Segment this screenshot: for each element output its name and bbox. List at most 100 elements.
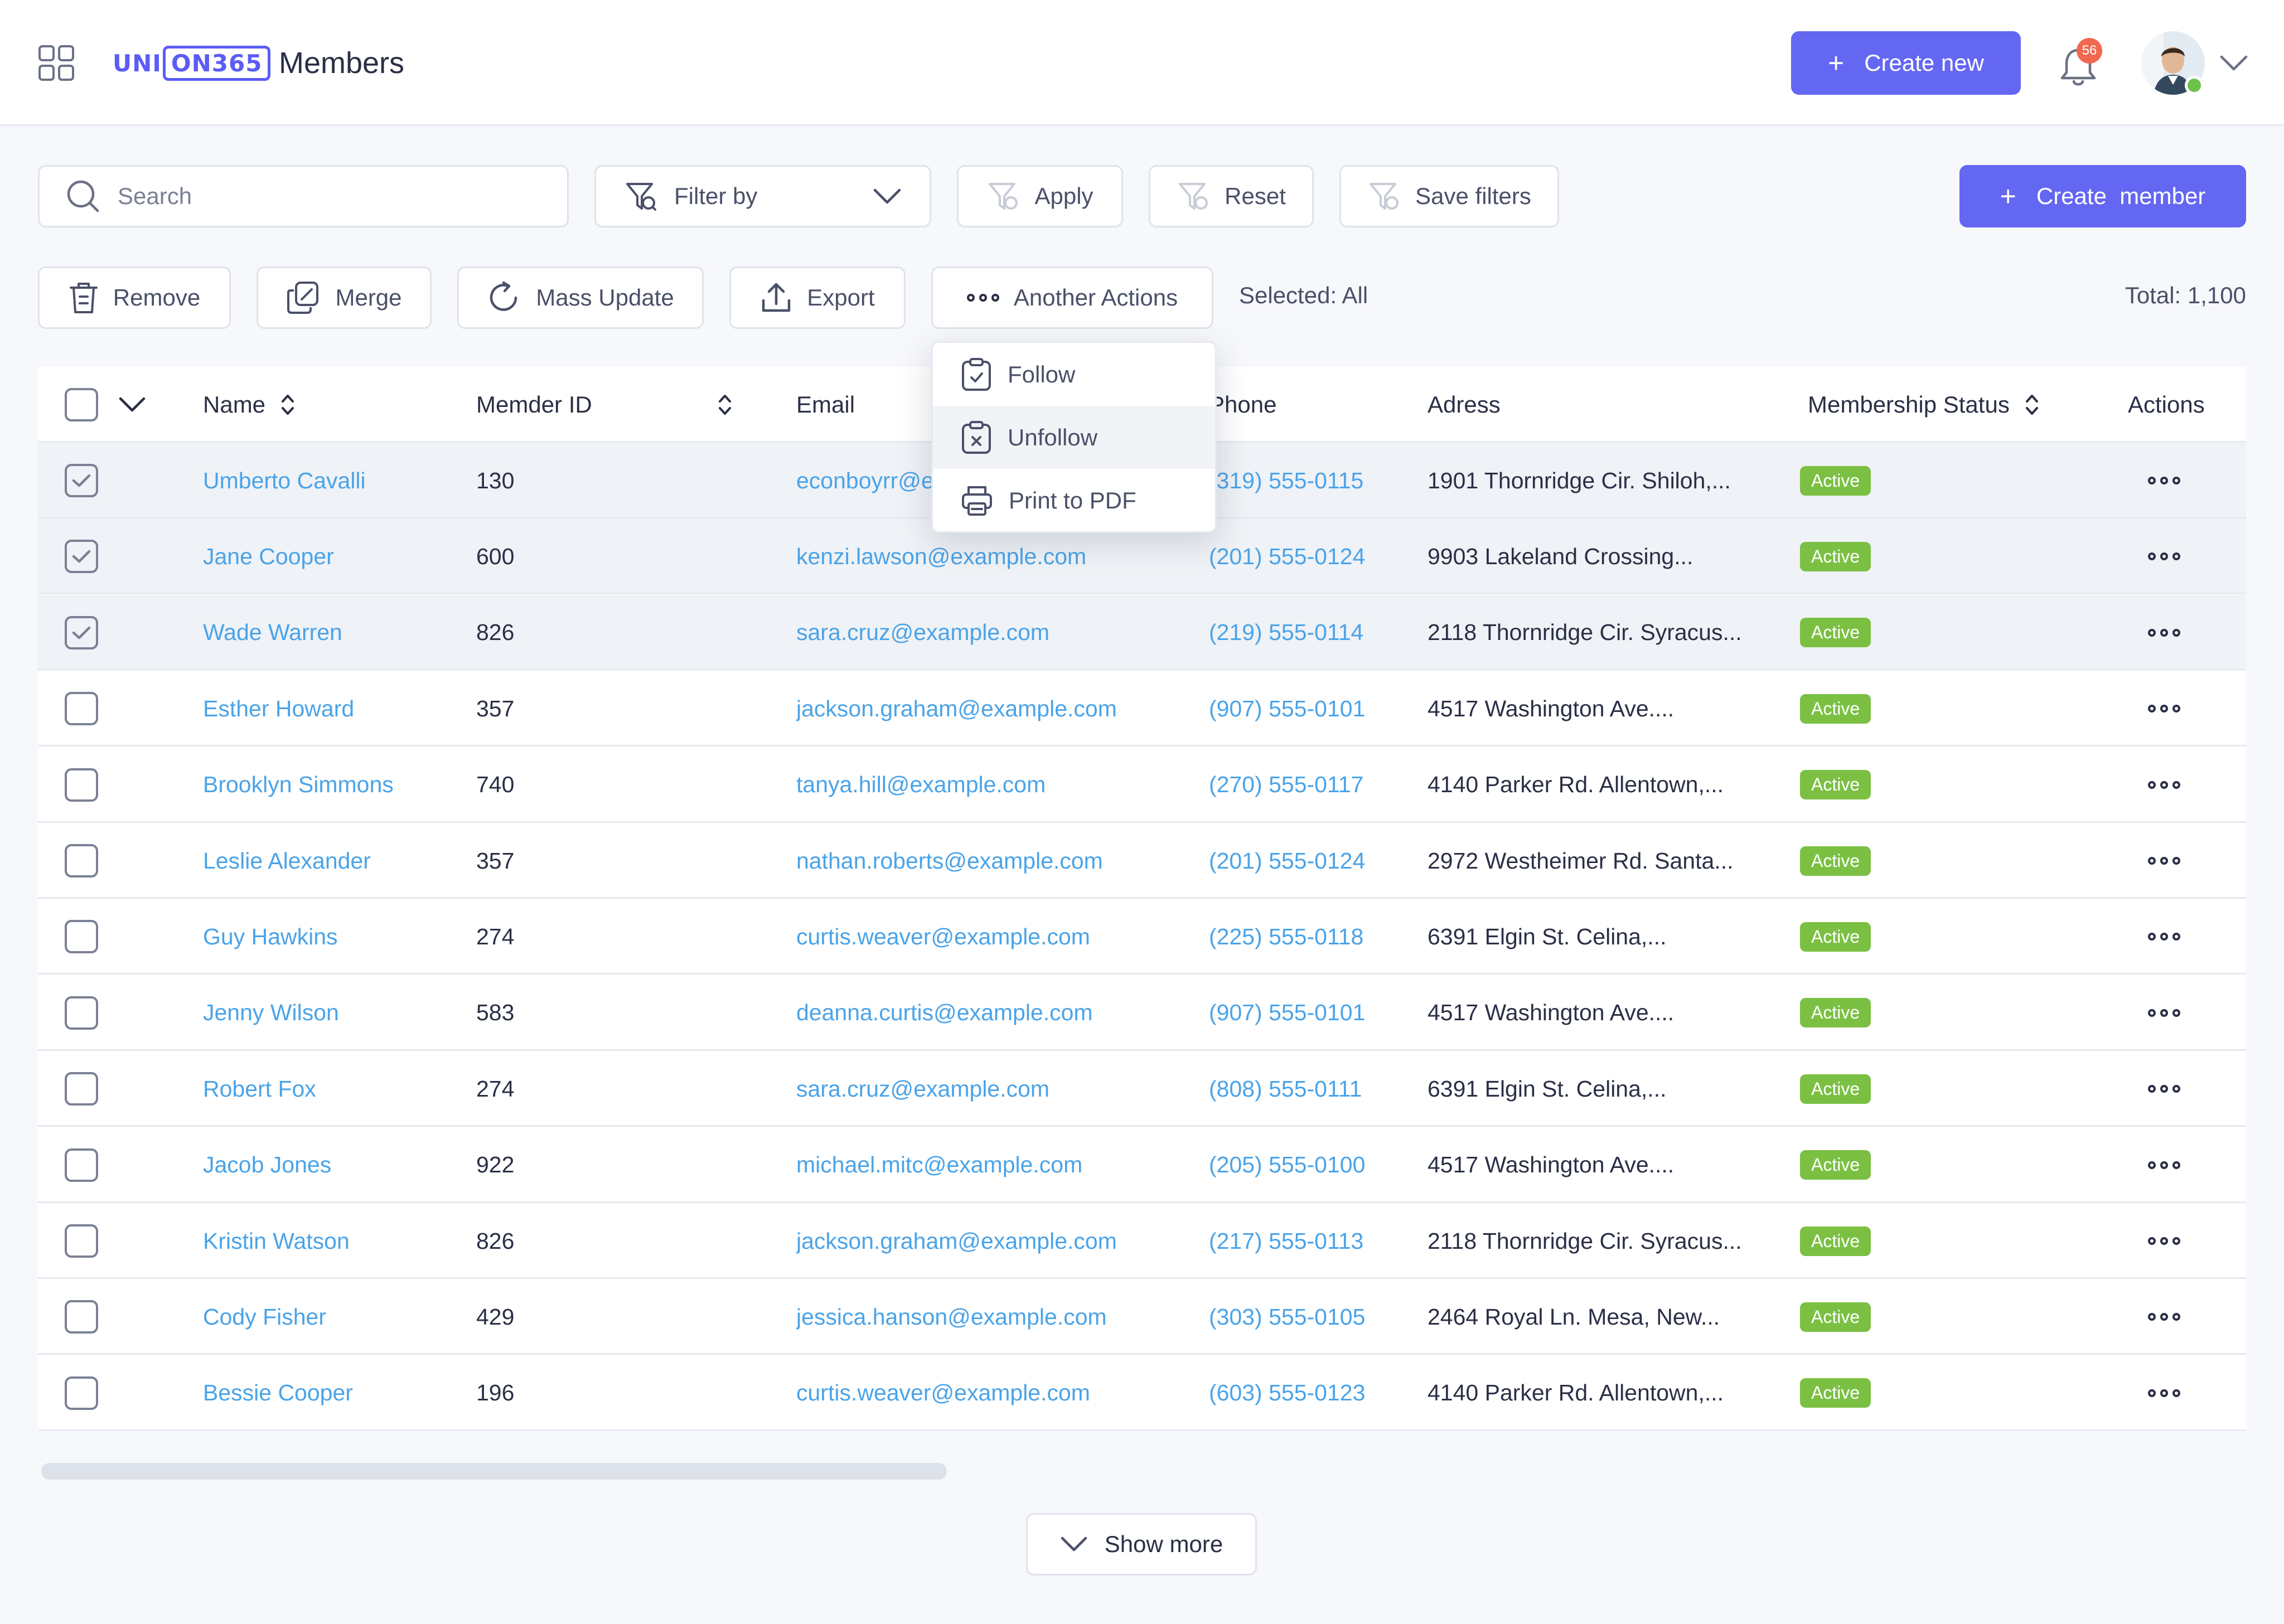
row-actions-button[interactable] <box>2148 1127 2180 1203</box>
member-email-link[interactable]: curtis.weaver@example.com <box>796 1355 1090 1431</box>
member-name-link[interactable]: Kristin Watson <box>203 1203 350 1279</box>
row-actions-button[interactable] <box>2148 443 2180 518</box>
member-email-link[interactable]: curtis.weaver@example.com <box>796 899 1090 975</box>
member-name-link[interactable]: Guy Hawkins <box>203 899 338 975</box>
table-row[interactable]: Esther Howard 357 jackson.graham@example.c… <box>38 671 2246 747</box>
member-name-link[interactable]: Wade Warren <box>203 595 342 671</box>
member-name-link[interactable]: Cody Fisher <box>203 1279 326 1355</box>
create-member-button[interactable]: + Create member <box>1959 165 2246 227</box>
member-id-sort[interactable] <box>717 367 733 443</box>
column-header-member-id[interactable]: Memder ID <box>476 367 592 443</box>
member-phone-link[interactable]: (217) 555-0113 <box>1209 1203 1363 1279</box>
merge-button[interactable]: Merge <box>257 266 432 329</box>
column-header-email[interactable]: Email <box>796 367 855 443</box>
search-input[interactable] <box>118 183 553 210</box>
row-actions-button[interactable] <box>2148 899 2180 975</box>
chevron-down-icon[interactable] <box>118 396 146 413</box>
grid-icon[interactable] <box>38 45 75 81</box>
remove-button[interactable]: Remove <box>38 266 231 329</box>
search-box[interactable] <box>38 165 569 227</box>
row-actions-button[interactable] <box>2148 595 2180 671</box>
row-checkbox[interactable] <box>65 1072 98 1106</box>
member-phone-link[interactable]: (225) 555-0118 <box>1209 899 1363 975</box>
table-row[interactable]: Cody Fisher 429 jessica.hanson@example.com… <box>38 1279 2246 1355</box>
row-actions-button[interactable] <box>2148 1279 2180 1355</box>
row-checkbox[interactable] <box>65 1376 98 1410</box>
member-email-link[interactable]: sara.cruz@example.com <box>796 595 1049 671</box>
row-actions-button[interactable] <box>2148 671 2180 746</box>
member-phone-link[interactable]: (219) 555-0114 <box>1209 595 1363 671</box>
row-actions-button[interactable] <box>2148 1051 2180 1127</box>
member-name-link[interactable]: Esther Howard <box>203 671 354 746</box>
row-checkbox[interactable] <box>65 692 98 726</box>
row-checkbox[interactable] <box>65 615 98 649</box>
member-name-link[interactable]: Robert Fox <box>203 1051 316 1127</box>
member-email-link[interactable]: jackson.graham@example.com <box>796 671 1117 746</box>
table-row[interactable]: Guy Hawkins 274 curtis.weaver@example.com (… <box>38 899 2246 975</box>
row-checkbox[interactable] <box>65 1148 98 1182</box>
column-header-address[interactable]: Adress <box>1428 367 1501 443</box>
member-name-link[interactable]: Bessie Cooper <box>203 1355 353 1431</box>
row-checkbox[interactable] <box>65 1224 98 1258</box>
row-checkbox[interactable] <box>65 540 98 574</box>
member-phone-link[interactable]: (907) 555-0101 <box>1209 975 1365 1051</box>
member-phone-link[interactable]: (303) 555-0105 <box>1209 1279 1365 1355</box>
member-phone-link[interactable]: (201) 555-0124 <box>1209 518 1365 594</box>
member-email-link[interactable]: sara.cruz@example.com <box>796 1051 1049 1127</box>
row-actions-button[interactable] <box>2148 518 2180 594</box>
member-phone-link[interactable]: (808) 555-0111 <box>1209 1051 1362 1127</box>
table-row[interactable]: Jenny Wilson 583 deanna.curtis@example.com… <box>38 975 2246 1051</box>
row-actions-button[interactable] <box>2148 1355 2180 1431</box>
table-row[interactable]: Wade Warren 826 sara.cruz@example.com (219)… <box>38 594 2246 671</box>
member-phone-link[interactable]: (205) 555-0100 <box>1209 1127 1365 1203</box>
row-checkbox[interactable] <box>65 1300 98 1334</box>
member-phone-link[interactable]: (907) 555-0101 <box>1209 671 1365 746</box>
member-email-link[interactable]: michael.mitc@example.com <box>796 1127 1082 1203</box>
table-row[interactable]: Robert Fox 274 sara.cruz@example.com (808) … <box>38 1051 2246 1127</box>
export-button[interactable]: Export <box>729 266 906 329</box>
table-row[interactable]: Brooklyn Simmons 740 tanya.hill@example.co… <box>38 746 2246 823</box>
reset-button[interactable]: Reset <box>1149 165 1314 227</box>
chevron-down-icon[interactable] <box>2219 54 2248 72</box>
member-email-link[interactable]: nathan.roberts@example.com <box>796 823 1103 899</box>
row-checkbox[interactable] <box>65 844 98 878</box>
menu-item-follow[interactable]: Follow <box>933 343 1215 406</box>
row-actions-button[interactable] <box>2148 747 2180 823</box>
member-email-link[interactable]: jackson.graham@example.com <box>796 1203 1117 1279</box>
menu-item-print-pdf[interactable]: Print to PDF <box>933 469 1215 531</box>
member-name-link[interactable]: Umberto Cavalli <box>203 443 366 518</box>
member-phone-link[interactable]: (603) 555-0123 <box>1209 1355 1365 1431</box>
column-header-name[interactable]: Name <box>203 367 296 443</box>
row-checkbox[interactable] <box>65 464 98 497</box>
mass-update-button[interactable]: Mass Update <box>457 266 704 329</box>
table-row[interactable]: Bessie Cooper 196 curtis.weaver@example.co… <box>38 1355 2246 1431</box>
member-email-link[interactable]: deanna.curtis@example.com <box>796 975 1093 1051</box>
save-filters-button[interactable]: Save filters <box>1339 165 1559 227</box>
member-name-link[interactable]: Jacob Jones <box>203 1127 331 1203</box>
create-new-button[interactable]: + Create new <box>1791 31 2021 95</box>
table-row[interactable]: Leslie Alexander 357 nathan.roberts@exampl… <box>38 823 2246 899</box>
show-more-button[interactable]: Show more <box>1026 1513 1257 1575</box>
member-name-link[interactable]: Brooklyn Simmons <box>203 747 394 823</box>
member-email-link[interactable]: tanya.hill@example.com <box>796 747 1046 823</box>
scrollbar-thumb[interactable] <box>41 1463 947 1480</box>
another-actions-button[interactable]: Another Actions <box>931 266 1213 329</box>
member-phone-link[interactable]: (201) 555-0124 <box>1209 823 1365 899</box>
row-actions-button[interactable] <box>2148 975 2180 1051</box>
filter-dropdown[interactable]: Filter by <box>594 165 931 227</box>
select-all-checkbox[interactable] <box>65 388 98 421</box>
row-actions-button[interactable] <box>2148 1203 2180 1279</box>
member-name-link[interactable]: Jane Cooper <box>203 518 334 594</box>
member-name-link[interactable]: Leslie Alexander <box>203 823 371 899</box>
member-name-link[interactable]: Jenny Wilson <box>203 975 339 1051</box>
member-phone-link[interactable]: (270) 555-0117 <box>1209 747 1363 823</box>
app-logo[interactable]: UNI ON365 <box>113 45 271 81</box>
row-checkbox[interactable] <box>65 996 98 1030</box>
member-phone-link[interactable]: (319) 555-0115 <box>1209 443 1363 518</box>
table-row[interactable]: Kristin Watson 826 jackson.graham@example.… <box>38 1203 2246 1279</box>
table-row[interactable]: Jacob Jones 922 michael.mitc@example.com (2… <box>38 1127 2246 1203</box>
row-checkbox[interactable] <box>65 768 98 802</box>
column-header-phone[interactable]: Phone <box>1209 367 1276 443</box>
menu-item-unfollow[interactable]: Unfollow <box>933 406 1215 469</box>
column-header-status[interactable]: Membership Status <box>1808 367 2040 443</box>
